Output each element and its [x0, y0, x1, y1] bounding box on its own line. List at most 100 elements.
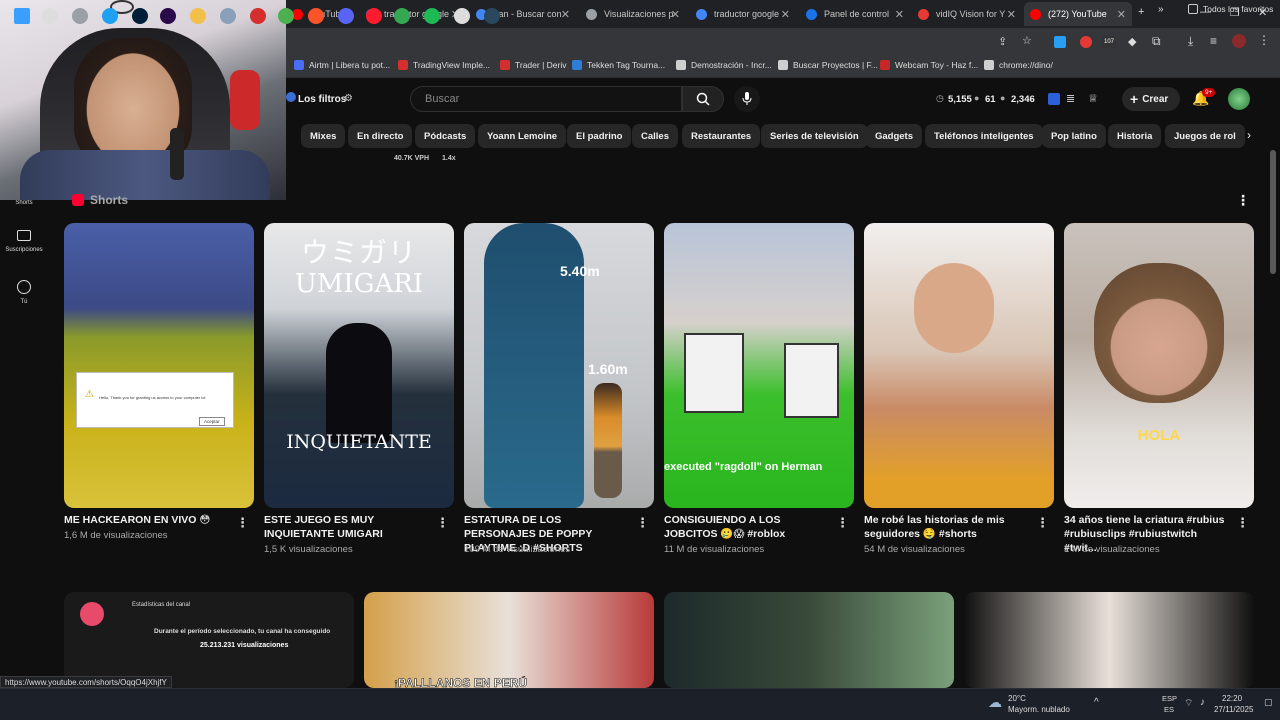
minecraft-icon[interactable] — [278, 8, 294, 24]
tab-close-icon[interactable]: ✕ — [561, 8, 570, 21]
bookmarks-overflow-icon[interactable]: » — [1158, 4, 1164, 15]
bookmark-item[interactable]: TradingView Imple... — [398, 60, 490, 70]
clock-time[interactable]: 22:20 — [1222, 694, 1242, 703]
filter-chip[interactable]: Series de televisión — [761, 124, 868, 148]
bookmark-item[interactable]: Webcam Toy - Haz f... — [880, 60, 978, 70]
filter-chip[interactable]: Calles — [632, 124, 678, 148]
media-icon[interactable]: ≡ — [1210, 34, 1217, 48]
brave-icon[interactable] — [308, 8, 324, 24]
browser-tab[interactable]: Panel de control ✕ — [800, 2, 910, 26]
tray-overflow-icon[interactable]: ^ — [1094, 697, 1099, 708]
profile-avatar-icon[interactable] — [1232, 34, 1246, 48]
short-menu-icon[interactable]: ⋮ — [1236, 515, 1249, 531]
filter-chip[interactable]: En directo — [348, 124, 413, 148]
short-thumbnail[interactable] — [64, 223, 254, 508]
nav-item-you[interactable]: Tú — [0, 280, 48, 305]
short-thumbnail[interactable] — [864, 223, 1054, 508]
bookmark-item[interactable]: Demostración - Incr... — [676, 60, 772, 70]
vidiq-stats-icon[interactable]: ≣ — [1066, 92, 1075, 105]
short-menu-icon[interactable]: ⋮ — [636, 515, 649, 531]
browser-menu-icon[interactable]: ⋮ — [1258, 33, 1270, 47]
new-tab-button[interactable]: + — [1138, 6, 1144, 18]
short-title[interactable]: ESTE JUEGO ES MUY INQUIETANTE UMIGARI — [264, 513, 432, 541]
account-avatar[interactable] — [1228, 88, 1250, 110]
file-explorer-icon[interactable] — [190, 8, 206, 24]
tab-close-icon[interactable]: ✕ — [1117, 8, 1126, 21]
tab-close-icon[interactable]: ✕ — [895, 8, 904, 21]
extension-badge-icon[interactable]: 107 — [1102, 36, 1116, 48]
browser-tab[interactable]: vidIQ Vision for Y ✕ — [912, 2, 1022, 26]
notepad-icon[interactable] — [220, 8, 236, 24]
nav-item-shorts[interactable]: Shorts — [0, 200, 48, 206]
bookmark-item[interactable]: Airtm | Libera tu pot... — [294, 60, 390, 70]
photoshop-icon[interactable] — [132, 8, 148, 24]
clock-date[interactable]: 27/11/2025 — [1214, 705, 1253, 714]
discord-icon[interactable] — [338, 8, 354, 24]
install-icon[interactable]: ⇪ — [998, 35, 1007, 48]
filter-chip[interactable]: Historia — [1108, 124, 1162, 148]
filter-chip[interactable]: Pódcasts — [415, 124, 476, 148]
shorts-section-menu-icon[interactable]: ⋮ — [1236, 192, 1250, 209]
filter-chip[interactable]: Restaurantes — [682, 124, 761, 148]
filter-chip[interactable]: Juegos de rol — [1165, 124, 1245, 148]
short-title[interactable]: ME HACKEARON EN VIVO 😳 — [64, 513, 232, 527]
short-title[interactable]: CONSIGUIENDO A LOS JOBCITOS 🥲😱 #roblox — [664, 513, 832, 541]
filter-chip[interactable]: Mixes — [301, 124, 346, 148]
filters-settings-icon[interactable]: ⚙ — [344, 93, 353, 104]
chrome-icon[interactable] — [394, 8, 410, 24]
edge-icon[interactable] — [102, 8, 118, 24]
short-title[interactable]: Me robé las historias de mis seguidores … — [864, 513, 1032, 541]
video-thumbnail[interactable]: ¡PALLLANOS EN PERÚ — [364, 592, 654, 688]
filter-chip[interactable]: Yoann Lemoine — [478, 124, 567, 148]
video-thumbnail[interactable] — [964, 592, 1254, 688]
taskview-icon[interactable] — [72, 8, 88, 24]
notification-center-icon[interactable]: ▢ — [1264, 697, 1273, 708]
browser-tab[interactable]: Visualizaciones p ✕ — [580, 2, 686, 26]
tab-close-icon[interactable]: ✕ — [1007, 8, 1016, 21]
short-thumbnail[interactable]: executed "ragdoll" on Herman — [664, 223, 854, 508]
volume-icon[interactable]: ♪ — [1200, 697, 1205, 708]
windows-start-icon[interactable] — [14, 8, 30, 24]
bookmark-item[interactable]: Tekken Tag Tourna... — [572, 60, 665, 70]
filter-chip[interactable]: Teléfonos inteligentes — [925, 124, 1043, 148]
filter-chip[interactable]: El padrino — [567, 124, 632, 148]
puzzle-icon[interactable]: ⧉ — [1152, 34, 1161, 49]
download-icon[interactable]: ⤓ — [1188, 34, 1193, 49]
steam-icon[interactable] — [484, 8, 500, 24]
browser-tab[interactable]: (272) YouTube ✕ — [1024, 2, 1132, 26]
short-menu-icon[interactable]: ⋮ — [236, 515, 249, 531]
keyboard-layout-indicator[interactable]: ES — [1164, 705, 1174, 714]
nav-item-subscriptions[interactable]: Suscripciones — [0, 230, 48, 253]
hack-dialog-accept-button[interactable]: Aceptar — [199, 417, 225, 426]
search-button[interactable] — [682, 86, 724, 112]
short-menu-icon[interactable]: ⋮ — [836, 515, 849, 531]
video-thumbnail[interactable]: Estadísticas del canal Durante el período… — [64, 592, 354, 688]
create-button[interactable]: + Crear — [1122, 87, 1180, 111]
bookmark-item[interactable]: chrome://dino/ — [984, 60, 1053, 70]
short-menu-icon[interactable]: ⋮ — [1036, 515, 1049, 531]
video-thumbnail[interactable] — [664, 592, 954, 688]
chips-next-arrow-icon[interactable]: › — [1247, 128, 1251, 142]
search-icon[interactable] — [42, 8, 58, 24]
bookmark-item[interactable]: Trader | Deriv — [500, 60, 567, 70]
filter-chip[interactable]: Gadgets — [866, 124, 923, 148]
language-indicator[interactable]: ESP — [1162, 694, 1177, 703]
deriv-icon[interactable] — [250, 8, 266, 24]
obs-icon[interactable] — [454, 8, 470, 24]
opera-icon[interactable] — [366, 8, 382, 24]
vidiq-trophy-icon[interactable]: ♕ — [1088, 92, 1098, 105]
spotify-icon[interactable] — [424, 8, 440, 24]
filters-button[interactable]: Los filtros — [298, 94, 346, 105]
page-scrollbar-thumb[interactable] — [1270, 150, 1276, 274]
bookmark-item[interactable]: Buscar Proyectos | F... — [778, 60, 878, 70]
extension-icon[interactable] — [1054, 36, 1066, 48]
bookmark-star-icon[interactable]: ☆ — [1022, 34, 1032, 47]
voice-search-button[interactable] — [734, 86, 760, 112]
short-thumbnail[interactable]: ウミガリ UMIGARI INQUIETANTE — [264, 223, 454, 508]
vidiq-icon[interactable] — [1048, 93, 1060, 105]
extension-diamond-icon[interactable]: ◆ — [1128, 35, 1136, 48]
search-input[interactable]: Buscar — [410, 86, 682, 112]
short-thumbnail[interactable]: HOLA — [1064, 223, 1254, 508]
all-bookmarks-link[interactable]: Todos los favoritos — [1188, 4, 1273, 14]
tab-close-icon[interactable]: ✕ — [781, 8, 790, 21]
